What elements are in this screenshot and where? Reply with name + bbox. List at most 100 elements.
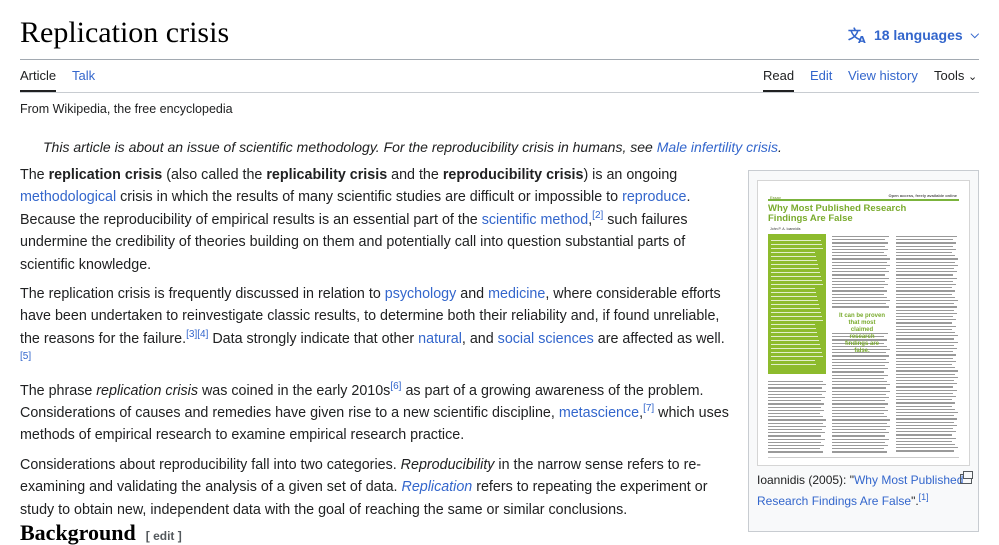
paper-text-line: [832, 432, 889, 434]
paper-footer: [768, 457, 959, 458]
paper-summary-line: [771, 272, 820, 274]
citation-7[interactable]: [7]: [643, 403, 654, 414]
paper-text-line: [768, 413, 820, 415]
hatnote-link[interactable]: Male infertility crisis: [657, 139, 778, 155]
tools-label: Tools: [934, 68, 965, 83]
link-social-sciences[interactable]: social sciences: [498, 331, 594, 347]
languages-label: 18 languages: [873, 27, 963, 43]
chevron-down-icon: ⌵: [970, 28, 979, 41]
paper-text-line: [896, 293, 952, 295]
paper-text-line: [832, 284, 888, 286]
citation-2[interactable]: [2]: [592, 210, 603, 221]
paper-text-line: [832, 448, 884, 450]
languages-button[interactable]: 文 A 18 languages ⌵: [848, 26, 979, 44]
paper-text-line: [768, 451, 823, 453]
tools-menu[interactable]: Tools ⌄: [934, 68, 977, 92]
paper-text-line: [896, 415, 954, 417]
paper-text-line: [896, 312, 957, 315]
expand-icon[interactable]: [960, 471, 973, 484]
paper-text-line: [832, 274, 885, 276]
paper-summary-line: [771, 364, 816, 366]
paper-text-line: [832, 261, 887, 263]
paper-text-line: [896, 277, 957, 279]
paper-text-line: [896, 370, 958, 372]
citation-3[interactable]: [3]: [186, 329, 197, 340]
paper-text-line: [768, 441, 821, 444]
link-metascience[interactable]: metascience: [559, 405, 639, 421]
paper-text-line: [832, 236, 889, 238]
paper-text-line: [896, 354, 956, 356]
link-replication[interactable]: Replication: [402, 479, 473, 495]
hatnote: This article is about an issue of scient…: [43, 139, 782, 155]
paper-text-line: [832, 425, 890, 428]
paper-text-line: [896, 344, 954, 347]
paper-text-line: [768, 406, 821, 408]
tab-talk[interactable]: Talk: [72, 68, 95, 92]
paper-title: Why Most Published Research Findings Are…: [768, 203, 907, 224]
paper-summary-line: [771, 312, 821, 314]
link-medicine[interactable]: medicine: [488, 286, 545, 302]
tab-edit[interactable]: Edit: [810, 68, 832, 92]
paper-text-line: [896, 348, 957, 350]
tab-article[interactable]: Article: [20, 68, 57, 92]
paper-text-line: [896, 268, 954, 270]
paper-text-line: [896, 440, 952, 443]
paper-summary-line: [771, 252, 815, 254]
citation-4[interactable]: [4]: [197, 329, 208, 340]
tab-read[interactable]: Read: [763, 68, 795, 92]
link-scientific-method[interactable]: scientific method: [482, 212, 588, 228]
translate-icon: 文 A: [848, 27, 866, 44]
infobox-figure: Essay Open access, freely available onli…: [748, 170, 979, 532]
link-reproduce[interactable]: reproduce: [622, 189, 686, 205]
paper-text-line: [896, 421, 954, 423]
paper-text-line: [768, 429, 822, 431]
paper-summary-line: [771, 304, 819, 306]
citation-5[interactable]: [5]: [20, 351, 31, 362]
citation-6[interactable]: [6]: [390, 381, 401, 392]
svg-text:A: A: [858, 35, 866, 44]
citation-1[interactable]: [1]: [919, 492, 929, 502]
paper-text-line: [896, 319, 956, 321]
paper-text-line: [896, 399, 952, 401]
link-psychology[interactable]: psychology: [385, 286, 457, 302]
paper-text-line: [832, 303, 886, 305]
paper-text-line: [896, 284, 956, 286]
paper-text-line: [832, 290, 887, 292]
paper-text-line: [832, 377, 884, 380]
paper-text-line: [768, 384, 826, 386]
paper-text-line: [768, 416, 823, 418]
paper-text-line: [832, 300, 890, 302]
paper-text-line: [896, 341, 958, 343]
tab-view-history[interactable]: View history: [848, 68, 918, 92]
paper-text-line: [896, 396, 956, 398]
paper-text-line: [832, 365, 885, 367]
paper-text-line: [768, 409, 824, 412]
link-natural[interactable]: natural: [418, 331, 462, 347]
paper-open-access: Open access, freely available online: [888, 193, 957, 198]
paper-summary-box: [768, 234, 826, 374]
paper-text-line: [832, 429, 886, 431]
figure-caption: Ioannidis (2005): "Why Most Published Re…: [757, 473, 964, 508]
link-methodological[interactable]: methodological: [20, 189, 116, 205]
paper-summary-line: [771, 332, 817, 334]
paper-text-line: [896, 373, 955, 375]
paper-summary-line: [771, 320, 823, 322]
paper-text-line: [832, 361, 889, 364]
paper-text-line: [896, 271, 957, 273]
section-edit-link[interactable]: [ edit ]: [146, 529, 182, 543]
paper-text-line: [832, 435, 885, 437]
paper-header-bar: [768, 199, 959, 201]
paper-text-line: [832, 306, 889, 308]
paper-text-line: [896, 412, 958, 414]
paper-summary-line: [771, 300, 818, 302]
paper-summary-line: [771, 248, 823, 250]
paper-text-line: [832, 397, 889, 399]
paper-text-line: [896, 405, 952, 407]
paper-summary-line: [771, 284, 823, 286]
paper-text-line: [832, 245, 885, 247]
paper-text-line: [896, 389, 957, 391]
paper-text-line: [896, 280, 953, 283]
paper-thumbnail[interactable]: Essay Open access, freely available onli…: [757, 180, 970, 466]
paper-summary-line: [771, 356, 823, 358]
paper-text-line: [896, 258, 958, 260]
